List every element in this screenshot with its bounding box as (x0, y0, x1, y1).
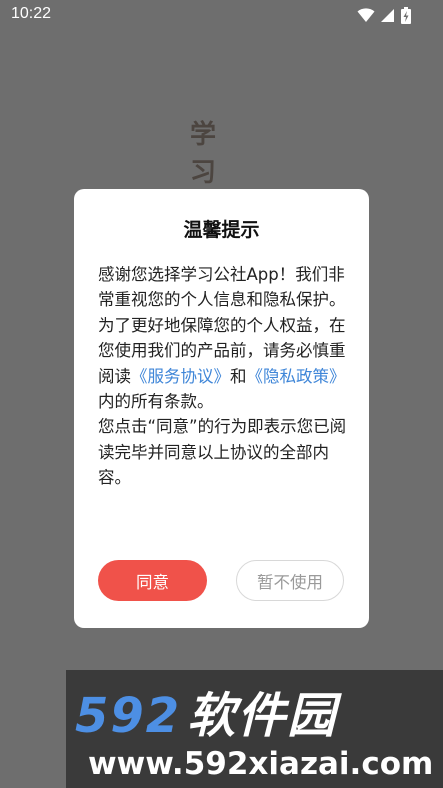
service-agreement-link[interactable]: 《服务协议》 (131, 367, 230, 386)
background-title-char: 学 (189, 120, 216, 150)
privacy-dialog: 温馨提示 感谢您选择学习公社App！我们非常重视您的个人信息和隐私保护。为了更好… (74, 189, 369, 628)
watermark-logo-number: 592 (75, 688, 182, 744)
privacy-policy-link[interactable]: 《隐私政策》 (247, 367, 346, 386)
dialog-suffix-text: 内的所有条款。 (98, 392, 214, 412)
conjunction-text: 和 (230, 366, 247, 386)
agree-button[interactable]: 同意 (98, 560, 207, 601)
battery-charging-icon (401, 6, 411, 24)
status-icons (357, 6, 411, 24)
dialog-title: 温馨提示 (183, 219, 260, 241)
dialog-consent-text: 您点击“同意”的行为即表示您已阅读完毕并同意以上协议的全部内容。 (98, 417, 347, 488)
background-title-char: 习 (189, 158, 216, 188)
cellular-signal-icon (381, 8, 394, 22)
watermark-banner: 592 软件园 www.592xiazai.com (66, 670, 443, 788)
status-time: 10:22 (11, 5, 52, 22)
watermark-logo-text: 软件园 (187, 688, 338, 744)
wifi-icon (357, 8, 375, 22)
dialog-body: 感谢您选择学习公社App！我们非常重视您的个人信息和隐私保护。为了更好地保障您的… (98, 262, 348, 491)
status-bar: 10:22 (0, 0, 443, 30)
watermark-url: www.592xiazai.com (88, 746, 434, 782)
background-title: 学 习 (186, 116, 220, 192)
watermark-logo: 592 软件园 (75, 688, 337, 744)
decline-button[interactable]: 暂不使用 (236, 560, 344, 601)
